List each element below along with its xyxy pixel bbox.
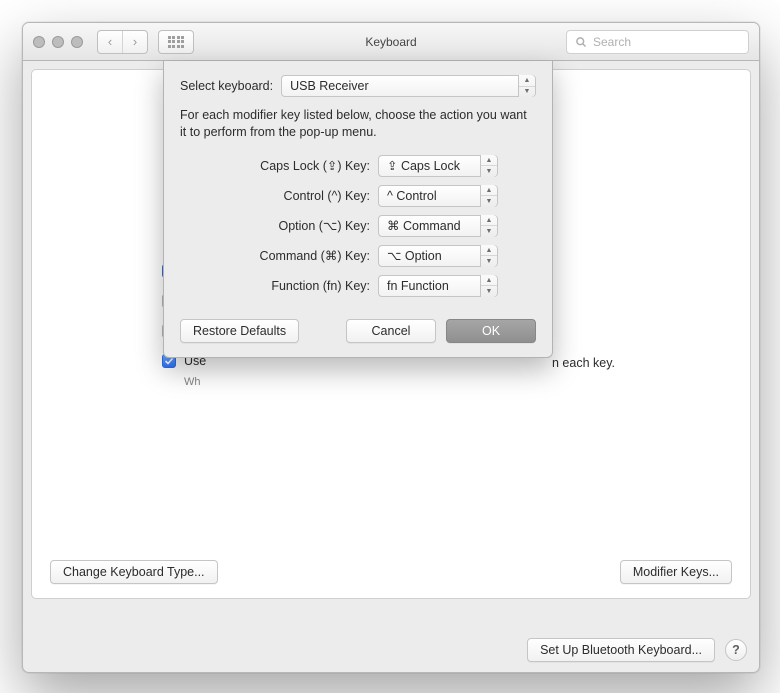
map-label: Control (^) Key: [180, 189, 370, 203]
chevron-updown-icon: ▲▼ [480, 215, 497, 237]
map-value: ⇪ Caps Lock [387, 158, 460, 173]
keyboard-select-value: USB Receiver [290, 79, 369, 93]
toolbar: ‹ › Keyboard Search [23, 23, 759, 61]
map-command: Command (⌘) Key: ⌥ Option ▲▼ [180, 245, 536, 267]
search-placeholder: Search [593, 35, 631, 49]
map-label: Command (⌘) Key: [180, 248, 370, 263]
nav-segmented: ‹ › [97, 30, 148, 54]
map-label: Caps Lock (⇪) Key: [180, 158, 370, 173]
search-field[interactable]: Search [566, 30, 749, 54]
chevron-updown-icon: ▲▼ [518, 75, 535, 97]
close-dot[interactable] [33, 36, 45, 48]
modifier-keys-button[interactable]: Modifier Keys... [620, 560, 732, 584]
preferences-window: ‹ › Keyboard Search [22, 22, 760, 673]
map-command-select[interactable]: ⌥ Option ▲▼ [378, 245, 498, 267]
map-value: fn Function [387, 279, 449, 293]
map-option-select[interactable]: ⌘ Command ▲▼ [378, 215, 498, 237]
back-button[interactable]: ‹ [98, 31, 123, 53]
map-option: Option (⌥) Key: ⌘ Command ▲▼ [180, 215, 536, 237]
map-value: ^ Control [387, 189, 437, 203]
chevron-updown-icon: ▲▼ [480, 185, 497, 207]
map-control: Control (^) Key: ^ Control ▲▼ [180, 185, 536, 207]
option-tail-text: n each key. [552, 356, 615, 370]
map-label: Function (fn) Key: [180, 279, 370, 293]
minimize-dot[interactable] [52, 36, 64, 48]
map-control-select[interactable]: ^ Control ▲▼ [378, 185, 498, 207]
keyboard-select[interactable]: USB Receiver ▲▼ [281, 75, 536, 97]
forward-button[interactable]: › [123, 31, 147, 53]
sheet-footer: Restore Defaults Cancel OK [180, 319, 536, 343]
chevron-updown-icon: ▲▼ [480, 245, 497, 267]
window-controls [33, 36, 83, 48]
help-button[interactable]: ? [725, 639, 747, 661]
change-keyboard-type-button[interactable]: Change Keyboard Type... [50, 560, 218, 584]
window-footer: Set Up Bluetooth Keyboard... ? [23, 628, 759, 672]
map-function-select[interactable]: fn Function ▲▼ [378, 275, 498, 297]
sheet-explain: For each modifier key listed below, choo… [180, 107, 536, 141]
map-value: ⌘ Command [387, 218, 461, 233]
modifier-mappings: Caps Lock (⇪) Key: ⇪ Caps Lock ▲▼ Contro… [180, 155, 536, 297]
restore-defaults-button[interactable]: Restore Defaults [180, 319, 299, 343]
chevron-updown-icon: ▲▼ [480, 275, 497, 297]
cancel-button[interactable]: Cancel [346, 319, 436, 343]
map-capslock: Caps Lock (⇪) Key: ⇪ Caps Lock ▲▼ [180, 155, 536, 177]
grid-icon [168, 36, 185, 48]
keyboard-select-row: Select keyboard: USB Receiver ▲▼ [180, 75, 536, 97]
map-function: Function (fn) Key: fn Function ▲▼ [180, 275, 536, 297]
setup-bluetooth-button[interactable]: Set Up Bluetooth Keyboard... [527, 638, 715, 662]
option-subtext: Wh [184, 376, 206, 388]
map-label: Option (⌥) Key: [180, 218, 370, 233]
map-capslock-select[interactable]: ⇪ Caps Lock ▲▼ [378, 155, 498, 177]
keyboard-select-label: Select keyboard: [180, 79, 273, 93]
search-icon [575, 36, 587, 48]
modifier-keys-sheet: Select keyboard: USB Receiver ▲▼ For eac… [163, 61, 553, 358]
map-value: ⌥ Option [387, 248, 442, 263]
ok-button[interactable]: OK [446, 319, 536, 343]
zoom-dot[interactable] [71, 36, 83, 48]
chevron-updown-icon: ▲▼ [480, 155, 497, 177]
show-all-button[interactable] [158, 30, 194, 54]
panel-footer: Change Keyboard Type... Modifier Keys... [50, 560, 732, 584]
